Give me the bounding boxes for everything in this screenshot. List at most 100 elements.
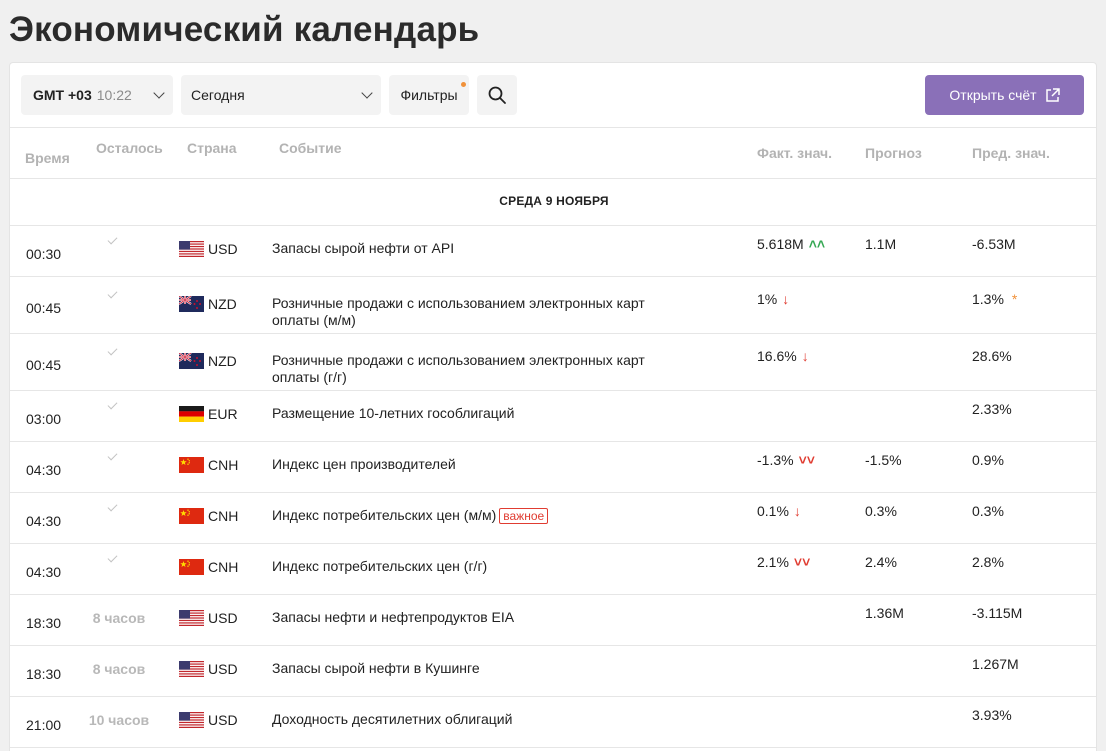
timezone-select[interactable]: GMT +03 10:22	[21, 75, 173, 115]
event-name[interactable]: Индекс цен производителей	[272, 456, 692, 473]
actual-value: 0.1% ↓	[757, 503, 801, 519]
filters-button[interactable]: Фильтры	[389, 75, 469, 115]
currency-code: EUR	[208, 406, 238, 422]
currency-code: USD	[208, 661, 238, 677]
event-title: Запасы сырой нефти в Кушинге	[272, 660, 480, 676]
event-title: Розничные продажи с использованием элект…	[272, 352, 645, 385]
double-up-arrow-icon: ˄˄	[808, 236, 826, 252]
table-row[interactable]: 18:30 8 часов USD Запасы нефти и нефтепроду…	[10, 595, 1096, 646]
table-row[interactable]: 18:30 8 часов USD Запасы сырой нефти в Куши…	[10, 646, 1096, 697]
actual-value-text: -1.3%	[757, 452, 794, 468]
event-name[interactable]: Запасы нефти и нефтепродуктов EIA	[272, 609, 692, 626]
table-row[interactable]: 00:30 USD Запасы сырой нефти от API 5.618M ˄…	[10, 226, 1096, 277]
day-select[interactable]: Сегодня	[181, 75, 381, 115]
calendar-card: GMT +03 10:22 Сегодня Фильтры Открыть сч…	[9, 62, 1097, 751]
event-name[interactable]: Розничные продажи с использованием элект…	[272, 352, 692, 386]
previous-value-text: 2.8%	[972, 554, 1004, 570]
column-header-event: Событие	[279, 140, 342, 156]
event-name[interactable]: Запасы сырой нефти от API	[272, 240, 692, 257]
event-title: Розничные продажи с использованием элект…	[272, 295, 645, 328]
event-name[interactable]: Индекс потребительских цен (г/г)	[272, 558, 692, 575]
timezone-time: 10:22	[96, 87, 132, 103]
event-name[interactable]: Доходность десятилетних облигаций	[272, 711, 692, 728]
forecast-value: 1.1M	[865, 236, 897, 252]
column-header-time: Время	[25, 150, 70, 166]
event-name[interactable]: Индекс потребительских цен (м/м) важное	[272, 507, 692, 524]
filters-label: Фильтры	[400, 87, 458, 103]
event-time: 03:00	[26, 411, 62, 427]
event-time: 04:30	[26, 513, 62, 529]
event-title: Запасы сырой нефти от API	[272, 240, 455, 256]
event-time: 18:30	[26, 666, 62, 682]
flag-nz-icon	[178, 352, 204, 369]
event-name[interactable]: Размещение 10-летних гособлигаций	[272, 405, 692, 422]
actual-value: 16.6% ↓	[757, 348, 809, 364]
table-row[interactable]: 04:30 CNH Индекс цен производителей -1.3% ˅˅…	[10, 442, 1096, 493]
currency-code: CNH	[208, 559, 239, 575]
previous-value-text: 3.93%	[972, 707, 1012, 723]
event-title: Доходность десятилетних облигаций	[272, 711, 513, 727]
table-row[interactable]: 04:30 CNH Индекс потребительских цен (м/м)…	[10, 493, 1096, 544]
previous-value-text: 28.6%	[972, 348, 1012, 364]
double-down-arrow-icon: ˅˅	[798, 452, 815, 468]
down-arrow-icon: ↓	[782, 291, 790, 307]
previous-value: 2.33%	[972, 401, 1012, 417]
time-left: 10 часов	[88, 712, 150, 728]
double-down-arrow-icon: ˅˅	[793, 554, 811, 570]
column-header-forecast: Прогноз	[865, 145, 922, 161]
previous-value-text: 1.267M	[972, 656, 1019, 672]
actual-value: 1% ↓	[757, 291, 789, 307]
flag-nz-icon	[178, 295, 204, 312]
previous-value: -3.115M	[972, 605, 1022, 621]
event-title: Индекс потребительских цен (г/г)	[272, 558, 488, 574]
currency-code: USD	[208, 241, 238, 257]
currency-code: NZD	[208, 353, 237, 369]
event-title: Запасы нефти и нефтепродуктов EIA	[272, 609, 515, 625]
time-left: 8 часов	[92, 661, 146, 677]
open-account-button[interactable]: Открыть счёт	[925, 75, 1084, 115]
time-left: 8 часов	[92, 610, 146, 626]
previous-value-text: -3.115M	[972, 605, 1023, 621]
forecast-value: -1.5%	[865, 452, 902, 468]
table-row[interactable]: 00:45 NZD Розничные продажи с использовани…	[10, 277, 1096, 334]
check-icon	[107, 399, 118, 410]
currency-code: CNH	[208, 457, 239, 473]
actual-value-text: 16.6%	[757, 348, 797, 364]
toolbar: GMT +03 10:22 Сегодня Фильтры Открыть сч…	[10, 63, 1096, 128]
previous-value: 3.93%	[972, 707, 1012, 723]
previous-value: 28.6%	[972, 348, 1012, 364]
column-header-left: Осталось	[96, 140, 163, 156]
actual-value: -1.3% ˅˅	[757, 452, 815, 468]
check-icon	[107, 450, 118, 461]
previous-value: 0.3%	[972, 503, 1004, 519]
table-row[interactable]: 00:45 NZD Розничные продажи с использовани…	[10, 334, 1096, 391]
search-button[interactable]	[477, 75, 517, 115]
flag-cn-icon	[179, 508, 204, 524]
actual-value-text: 0.1%	[757, 503, 789, 519]
table-row[interactable]: 21:00 10 часов USD Доходность десятилетних …	[10, 697, 1096, 748]
event-name[interactable]: Розничные продажи с использованием элект…	[272, 295, 692, 329]
flag-us-icon	[179, 610, 204, 626]
table-header: Время Осталось Страна Событие Факт. знач…	[10, 128, 1096, 179]
actual-value: 5.618M ˄˄	[757, 236, 825, 252]
currency-code: CNH	[208, 508, 239, 524]
table-row[interactable]: 03:00 EUR Размещение 10-летних гособлигаци…	[10, 391, 1096, 442]
previous-value-text: 0.9%	[972, 452, 1004, 468]
forecast-value: 2.4%	[865, 554, 897, 570]
actual-value-text: 2.1%	[757, 554, 789, 570]
date-group-header: СРЕДА 9 НОЯБРЯ	[10, 179, 1096, 226]
table-row[interactable]: 04:30 CNH Индекс потребительских цен (г/г)…	[10, 544, 1096, 595]
currency-code: USD	[208, 712, 238, 728]
flag-us-icon	[179, 661, 204, 677]
event-time: 00:45	[26, 357, 62, 373]
event-time: 18:30	[26, 615, 62, 631]
star-icon: *	[1011, 291, 1018, 307]
event-time: 00:30	[26, 246, 62, 262]
previous-value: 1.3% *	[972, 291, 1017, 307]
flag-cn-icon	[179, 457, 204, 473]
check-icon	[107, 345, 118, 356]
filters-indicator-dot	[461, 82, 466, 87]
event-name[interactable]: Запасы сырой нефти в Кушинге	[272, 660, 692, 677]
date-label: СРЕДА 9 НОЯБРЯ	[499, 194, 609, 208]
external-link-icon	[1045, 87, 1060, 102]
